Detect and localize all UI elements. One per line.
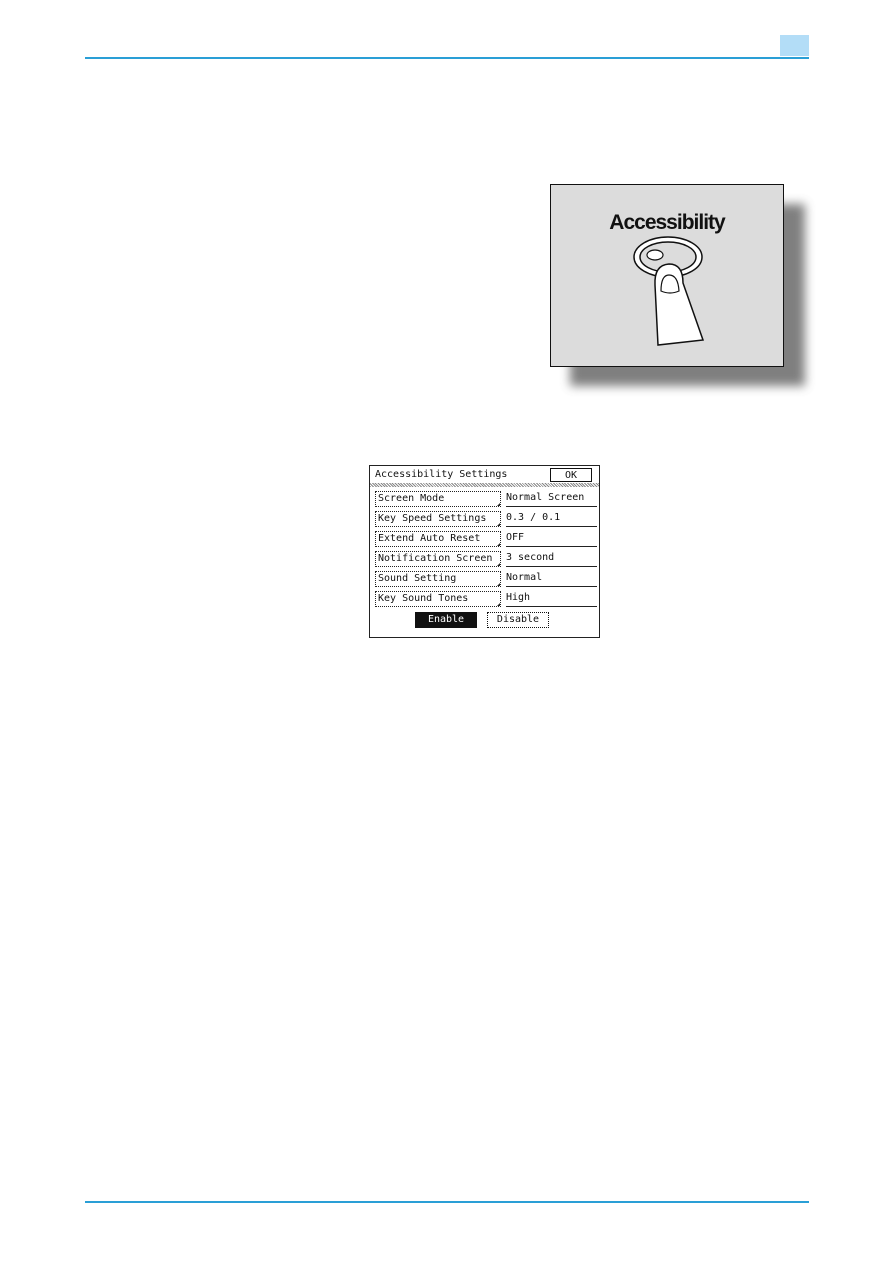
key-speed-settings-button[interactable]: Key Speed Settings [375,511,501,527]
setting-row-sound-setting: Sound Setting Normal [375,571,597,587]
panel-title: Accessibility Settings [375,469,508,480]
extend-auto-reset-value: OFF [506,531,597,547]
setting-row-notification-screen: Notification Screen 3 second [375,551,597,567]
key-sound-tones-button[interactable]: Key Sound Tones [375,591,501,607]
setting-row-key-sound-tones: Key Sound Tones High [375,591,597,607]
ok-button[interactable]: OK [550,468,592,482]
screen-mode-button[interactable]: Screen Mode [375,491,501,507]
notification-screen-button[interactable]: Notification Screen [375,551,501,567]
title-divider [370,483,599,487]
header-rule [85,57,809,59]
notification-screen-value: 3 second [506,551,597,567]
disable-button[interactable]: Disable [487,612,549,628]
chapter-tab [780,35,809,56]
accessibility-key-illustration: Accessibility [550,184,784,367]
key-speed-value: 0.3 / 0.1 [506,511,597,527]
accessibility-settings-panel: Accessibility Settings OK Screen Mode No… [369,465,600,638]
footer-rule [85,1201,809,1203]
sound-setting-value: Normal [506,571,597,587]
setting-row-screen-mode: Screen Mode Normal Screen [375,491,597,507]
key-sound-tones-value: High [506,591,597,607]
setting-row-extend-auto-reset: Extend Auto Reset OFF [375,531,597,547]
screen-mode-value: Normal Screen [506,491,597,507]
sound-setting-button[interactable]: Sound Setting [375,571,501,587]
enable-button[interactable]: Enable [415,612,477,628]
finger-pressing-button-icon [633,236,705,346]
setting-row-key-speed: Key Speed Settings 0.3 / 0.1 [375,511,597,527]
extend-auto-reset-button[interactable]: Extend Auto Reset [375,531,501,547]
